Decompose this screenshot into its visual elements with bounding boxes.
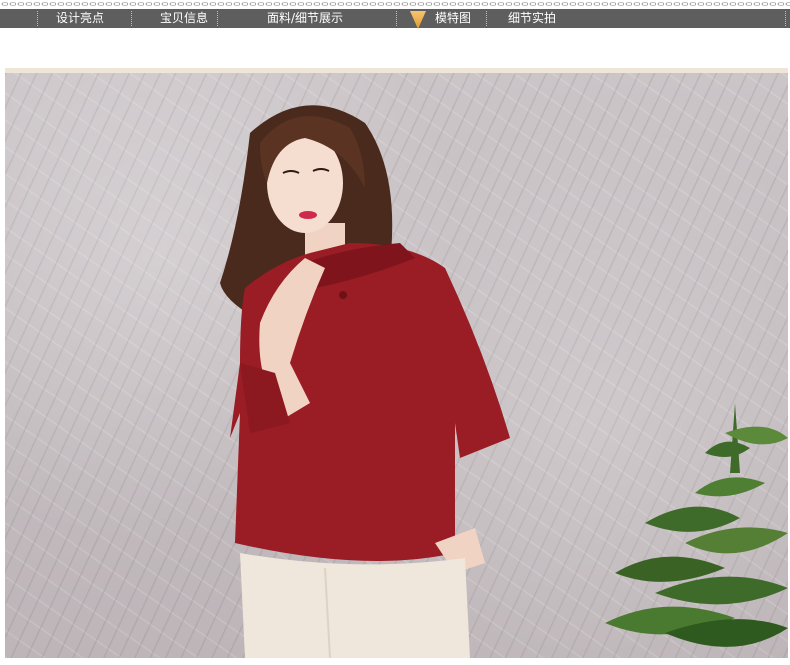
- nav-separator: [131, 11, 132, 26]
- nav-separator: [785, 11, 786, 26]
- nav-separator: [217, 11, 218, 26]
- nav-separator: [486, 11, 487, 26]
- nav-separator: [37, 11, 38, 26]
- nav-item-product-info[interactable]: 宝贝信息: [160, 9, 208, 28]
- model-photo: [5, 68, 788, 658]
- top-chain-border: [0, 0, 790, 9]
- nav-item-model-photos[interactable]: 模特图: [435, 9, 471, 28]
- nav-item-detail-shots[interactable]: 细节实拍: [508, 9, 556, 28]
- nav-separator: [396, 11, 397, 26]
- model-figure-icon: [220, 105, 510, 658]
- nav-item-fabric-details[interactable]: 面料/细节展示: [267, 9, 343, 28]
- section-nav: 设计亮点 宝贝信息 面料/细节展示 模特图 细节实拍: [0, 9, 790, 28]
- nav-item-design-highlights[interactable]: 设计亮点: [56, 9, 104, 28]
